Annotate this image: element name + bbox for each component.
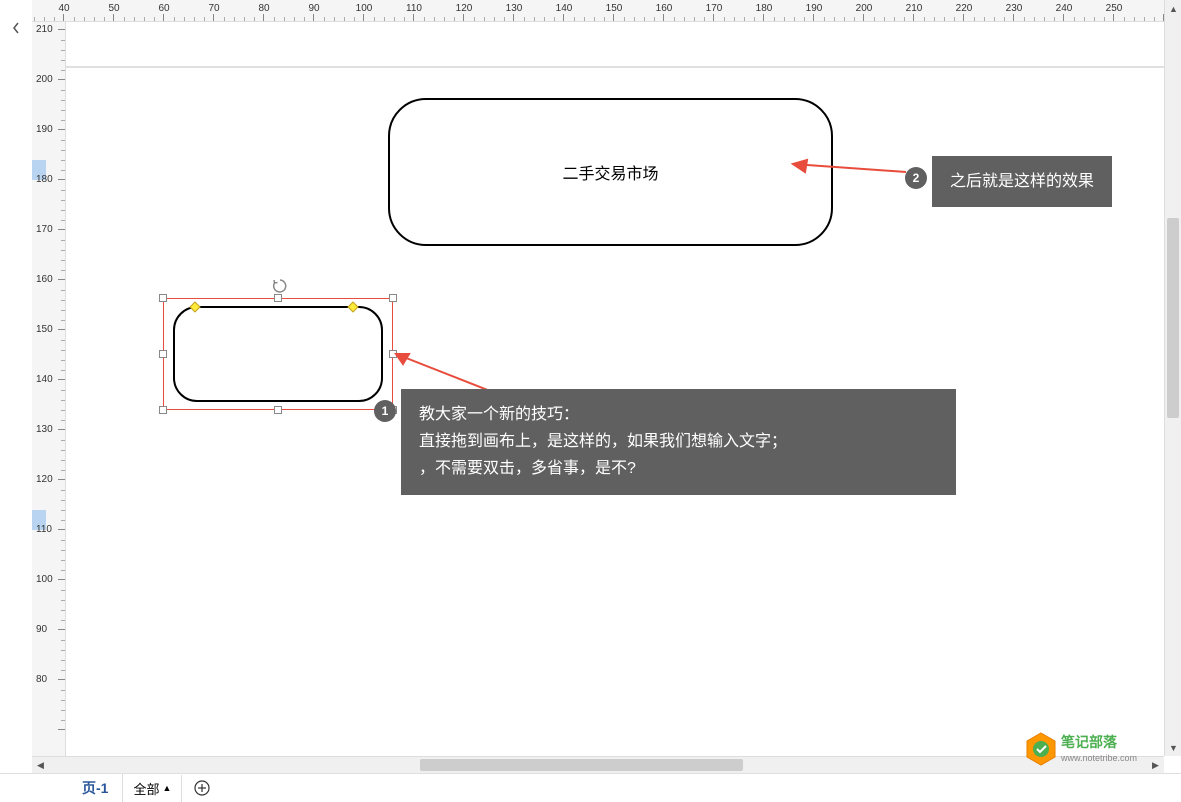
page-tab[interactable]: 页-1 xyxy=(68,774,123,802)
annotation-arrow xyxy=(781,152,911,192)
resize-handle[interactable] xyxy=(274,406,282,414)
scroll-up-button[interactable]: ▲ xyxy=(1165,0,1181,17)
resize-handle[interactable] xyxy=(274,294,282,302)
triangle-up-icon: ▲ xyxy=(162,783,171,793)
callout-text: 之后就是这样的效果 xyxy=(950,173,1094,190)
rotate-handle[interactable] xyxy=(272,278,288,294)
resize-handle[interactable] xyxy=(159,406,167,414)
add-page-button[interactable] xyxy=(182,776,222,800)
scroll-thumb[interactable] xyxy=(1167,218,1179,418)
rounded-rect-shape-small[interactable] xyxy=(173,306,383,402)
callout-badge: 2 xyxy=(905,167,927,189)
scroll-left-button[interactable]: ◀ xyxy=(32,757,49,774)
vertical-ruler[interactable]: 2202102001901801701601501401301201101009… xyxy=(32,22,66,756)
shape-text: 二手交易市场 xyxy=(562,160,658,184)
all-pages-button[interactable]: 全部 ▲ xyxy=(123,775,182,802)
callout-text: 直接拖到画布上，是这样的，如果我们想输入文字； xyxy=(419,428,938,455)
callout-badge: 1 xyxy=(374,400,396,422)
callout-box: 之后就是这样的效果 xyxy=(932,156,1112,207)
horizontal-ruler[interactable]: 3040506070809010011012013014015016017018… xyxy=(32,0,1164,22)
rounded-rect-shape-large[interactable]: 二手交易市场 xyxy=(388,98,833,246)
vertical-scrollbar[interactable]: ▲ ▼ xyxy=(1164,0,1181,756)
callout-text: ，不需要双击，多省事，是不? xyxy=(419,455,938,482)
callout-text: 教大家一个新的技巧： xyxy=(419,401,938,428)
chevron-left-icon xyxy=(12,22,20,34)
resize-handle[interactable] xyxy=(389,294,397,302)
canvas[interactable]: 二手交易市场 1 教大家一个新的技巧： 直接拖到画布上，是这样的，如果我们想输入… xyxy=(66,22,1164,756)
scroll-down-button[interactable]: ▼ xyxy=(1165,739,1181,756)
plus-circle-icon xyxy=(194,780,210,796)
svg-text:笔记部落: 笔记部落 xyxy=(1061,734,1118,750)
horizontal-scrollbar[interactable]: ◀ ▶ xyxy=(32,756,1164,773)
resize-handle[interactable] xyxy=(159,294,167,302)
svg-text:www.notetribe.com: www.notetribe.com xyxy=(1060,753,1137,763)
callout-box: 教大家一个新的技巧： 直接拖到画布上，是这样的，如果我们想输入文字； ，不需要双… xyxy=(401,389,956,495)
collapse-sidebar-button[interactable] xyxy=(0,18,32,38)
resize-handle[interactable] xyxy=(159,350,167,358)
scroll-thumb[interactable] xyxy=(420,759,743,771)
watermark-logo: 笔记部落 www.notetribe.com xyxy=(1023,731,1163,772)
status-bar: 页-1 全部 ▲ xyxy=(0,773,1181,802)
rotate-icon xyxy=(272,278,288,294)
